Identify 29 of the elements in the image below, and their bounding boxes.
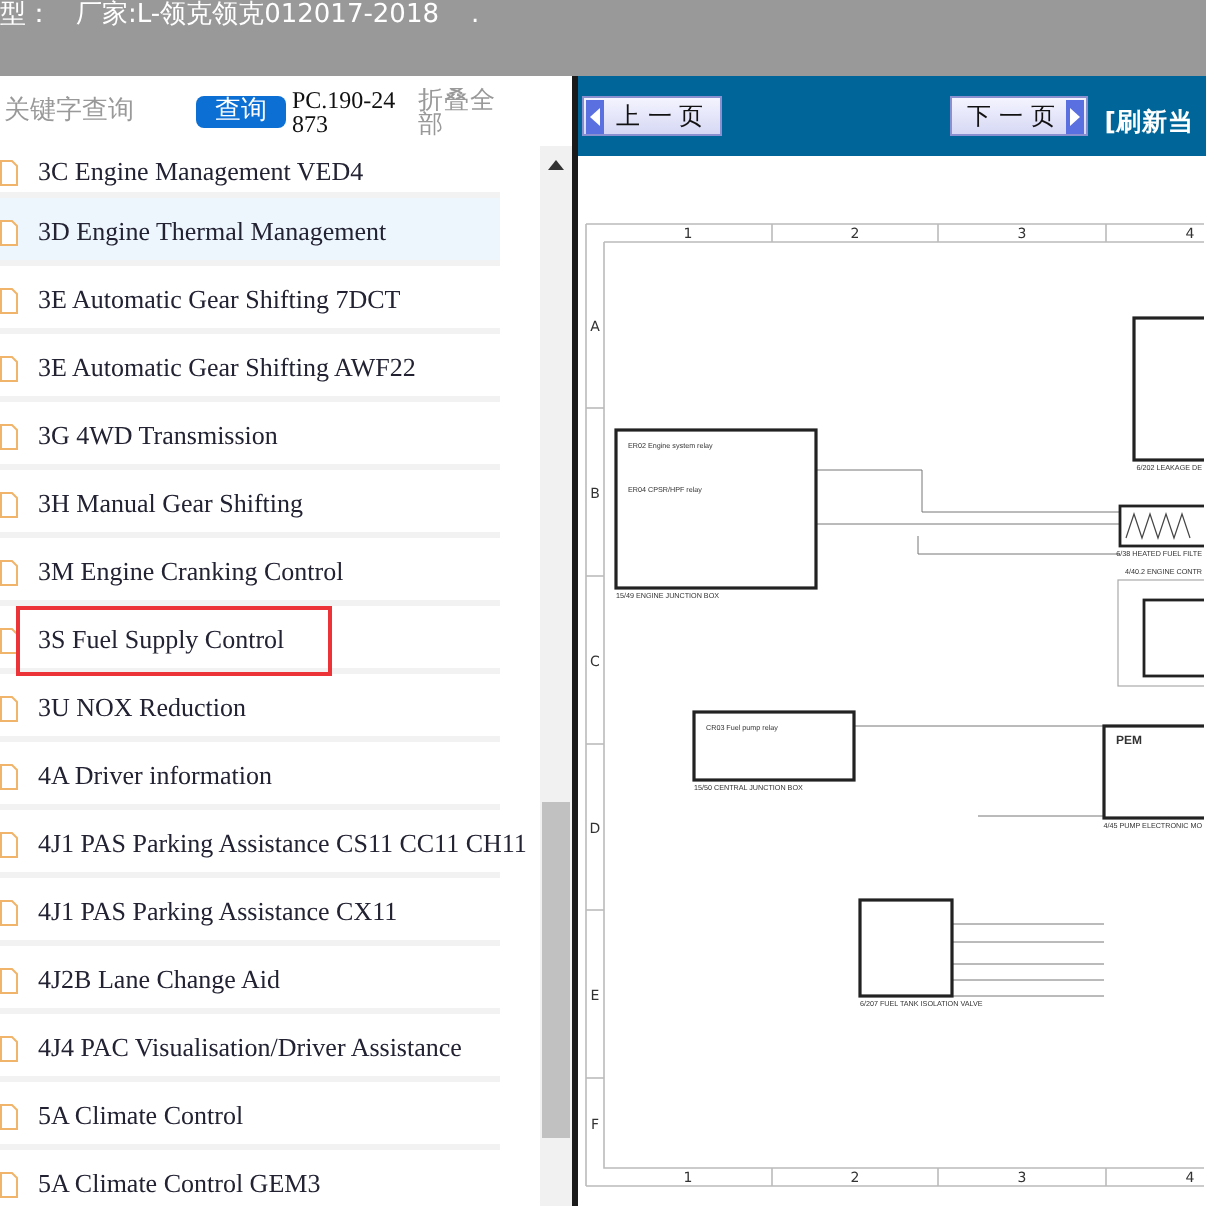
file-icon: [0, 1171, 18, 1197]
file-icon: [0, 1103, 18, 1129]
dot-mark: .: [471, 0, 480, 30]
file-icon: [0, 559, 18, 585]
scrollbar-thumb[interactable]: [542, 802, 570, 1138]
file-icon: [0, 695, 18, 721]
file-icon: [0, 287, 18, 313]
file-icon: [0, 423, 18, 449]
vehicle-text: 厂家:L-领克领克012017-2018: [76, 0, 439, 30]
up-arrow-icon: [548, 160, 564, 170]
file-icon: [0, 219, 18, 245]
next-page-button[interactable]: 下 一 页: [949, 96, 1089, 136]
refresh-link[interactable]: [刷新当: [1104, 106, 1194, 140]
file-icon: [0, 627, 18, 653]
file-icon: [0, 1035, 18, 1061]
component-drawing: [858, 898, 954, 998]
search-field[interactable]: 关键字查询: [0, 96, 192, 126]
file-icon: [0, 899, 18, 925]
previous-page-button[interactable]: 上 一 页: [582, 96, 722, 136]
file-icon: [0, 967, 18, 993]
file-icon: [0, 355, 18, 381]
search-button[interactable]: 查询: [196, 95, 286, 127]
file-icon: [0, 159, 18, 185]
file-icon: [0, 831, 18, 857]
model-label: 型：: [0, 0, 52, 30]
file-icon: [0, 763, 18, 789]
code-text: PC.190-24873: [292, 87, 396, 135]
scrollbar[interactable]: [540, 146, 572, 1206]
file-icon: [0, 491, 18, 517]
